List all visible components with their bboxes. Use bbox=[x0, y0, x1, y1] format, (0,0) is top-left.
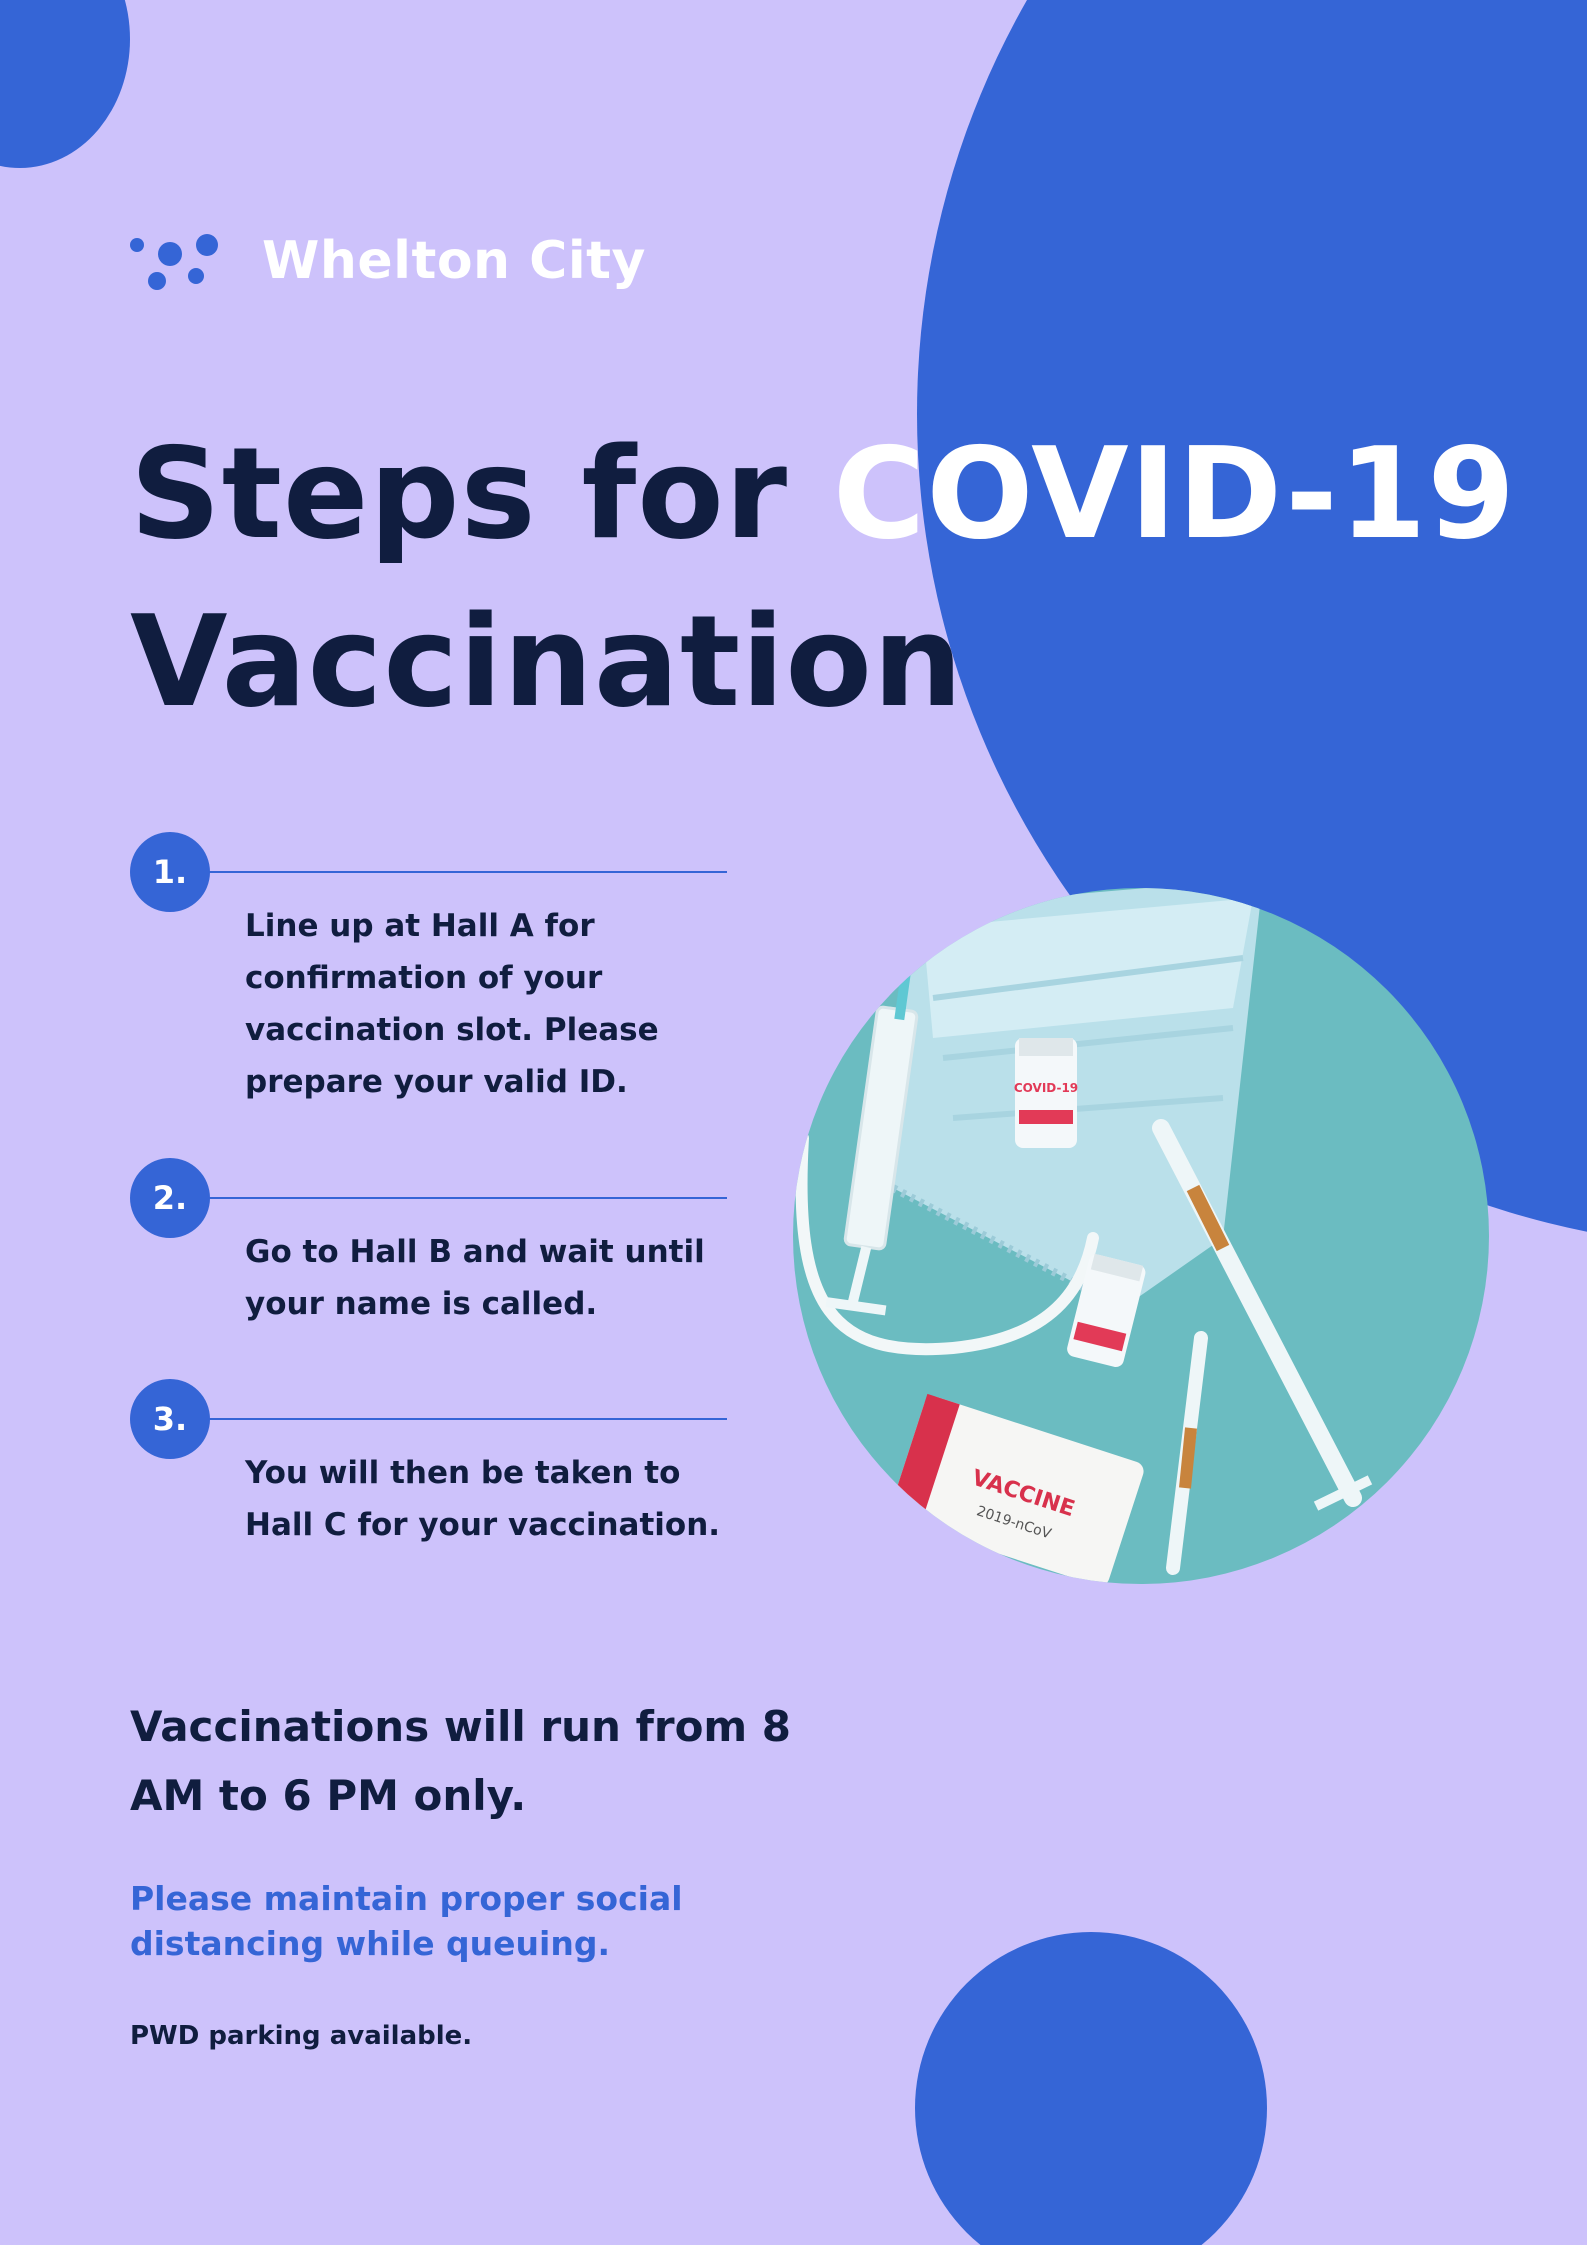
vaccination-hours: Vaccinations will run from 8 AM to 6 PM … bbox=[130, 1702, 792, 1820]
vaccination-poster: Whelton City Steps for COVID-19 Vaccinat… bbox=[0, 0, 1587, 2245]
dots-logo-icon bbox=[130, 228, 226, 294]
vial-label: COVID-19 bbox=[1014, 1081, 1078, 1095]
step-number-badge: 1. bbox=[130, 832, 210, 912]
brand-logo: Whelton City bbox=[130, 228, 646, 294]
step-divider bbox=[208, 871, 727, 873]
step-text: You will then be taken to Hall C for you… bbox=[245, 1455, 721, 1543]
step-text: Go to Hall B and wait until your name is… bbox=[245, 1234, 705, 1322]
decorative-circle-top-left bbox=[0, 0, 130, 168]
step-divider bbox=[208, 1197, 727, 1199]
step-item-2: 2. Go to Hall B and wait until your name… bbox=[130, 1158, 730, 1338]
title-part1: Steps for bbox=[130, 420, 833, 567]
decorative-circle-bottom bbox=[915, 1932, 1267, 2245]
brand-name: Whelton City bbox=[262, 231, 646, 291]
title-highlight: COVID-19 bbox=[832, 420, 1517, 567]
distancing-notice: Please maintain proper social distancing… bbox=[130, 1879, 683, 1963]
step-item-3: 3. You will then be taken to Hall C for … bbox=[130, 1379, 730, 1559]
step-number-badge: 3. bbox=[130, 1379, 210, 1459]
step-divider bbox=[208, 1418, 727, 1420]
step-item-1: 1. Line up at Hall A for confirmation of… bbox=[130, 832, 730, 1112]
vaccine-photo: COVID-19 VACCINE 2019-nCoV bbox=[793, 888, 1489, 1584]
vaccine-vial-illustration: COVID-19 bbox=[1014, 1038, 1078, 1148]
step-number-badge: 2. bbox=[130, 1158, 210, 1238]
page-title: Steps for COVID-19 Vaccination bbox=[130, 410, 1516, 746]
title-line2: Vaccination bbox=[130, 588, 964, 735]
step-text: Line up at Hall A for confirmation of yo… bbox=[245, 908, 659, 1100]
parking-notice: PWD parking available. bbox=[130, 2021, 473, 2051]
